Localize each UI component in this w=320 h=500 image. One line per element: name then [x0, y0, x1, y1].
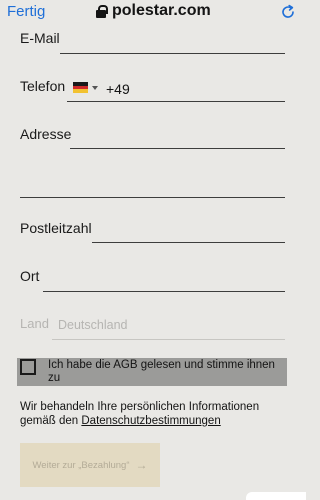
terms-consent-label: Ich habe die AGB gelesen und stimme ihne…: [48, 359, 275, 384]
arrow-right-icon: →: [135, 458, 148, 472]
email-label: E-Mail: [20, 30, 60, 46]
country-label: Land: [20, 316, 49, 331]
chevron-down-icon: [92, 85, 98, 90]
address-bar[interactable]: polestar.com: [96, 2, 211, 20]
address-field[interactable]: [70, 148, 285, 149]
email-field[interactable]: [60, 53, 285, 54]
bottom-corner-chip: [246, 492, 306, 500]
privacy-policy-link[interactable]: Datenschutzbestimmungen: [81, 415, 220, 427]
lock-icon: [96, 4, 108, 18]
site-host: polestar.com: [112, 2, 211, 19]
country-value: Deutschland: [58, 318, 128, 332]
postcode-field[interactable]: [92, 242, 285, 243]
privacy-notice: Wir behandeln Ihre persönlichen Informat…: [20, 400, 290, 428]
country-code-select[interactable]: [73, 82, 98, 94]
reload-icon[interactable]: [280, 4, 296, 20]
continue-button-label: Weiter zur „Bezahlung“: [32, 459, 130, 471]
postcode-label: Postleitzahl: [20, 220, 92, 236]
terms-consent[interactable]: Ich habe die AGB gelesen und stimme ihne…: [17, 358, 287, 386]
address-label: Adresse: [20, 126, 72, 142]
country-field: [52, 339, 285, 340]
done-button[interactable]: Fertig: [7, 3, 45, 20]
city-label: Ort: [20, 268, 40, 284]
address-line-2-field[interactable]: [20, 197, 285, 198]
phone-label: Telefon: [20, 78, 66, 94]
checkout-form: E-Mail Telefon +49 Adresse Postleitzahl …: [0, 0, 306, 500]
terms-checkbox[interactable]: [20, 359, 36, 375]
continue-to-payment-button[interactable]: Weiter zur „Bezahlung“ →: [20, 443, 160, 487]
city-field[interactable]: [43, 291, 285, 292]
germany-flag-icon: [73, 82, 88, 94]
phone-prefix-value: +49: [106, 81, 130, 97]
phone-field[interactable]: [67, 101, 285, 102]
browser-toolbar: Fertig polestar.com: [0, 0, 306, 26]
